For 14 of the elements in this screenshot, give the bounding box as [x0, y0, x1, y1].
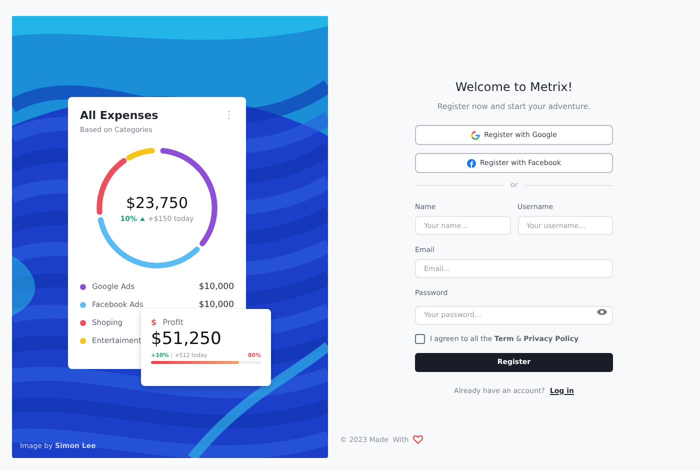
- agree-checkbox[interactable]: [415, 334, 425, 344]
- heart-icon: [412, 435, 423, 444]
- legend-amount: $10,000: [198, 300, 234, 310]
- up-arrow-icon: [140, 216, 145, 220]
- card-title: All Expenses: [80, 109, 158, 122]
- dollar-icon: $: [151, 318, 157, 327]
- google-icon: [471, 130, 480, 140]
- facebook-icon: [466, 158, 476, 168]
- eye-icon[interactable]: [597, 308, 607, 316]
- total-amount: $23,750: [126, 194, 188, 212]
- card-title: Profit: [162, 318, 184, 327]
- profit-amount: $51,250: [151, 329, 222, 349]
- page-title: Welcome to Metrix!: [454, 80, 574, 94]
- legend-amount: $10,000: [198, 282, 234, 292]
